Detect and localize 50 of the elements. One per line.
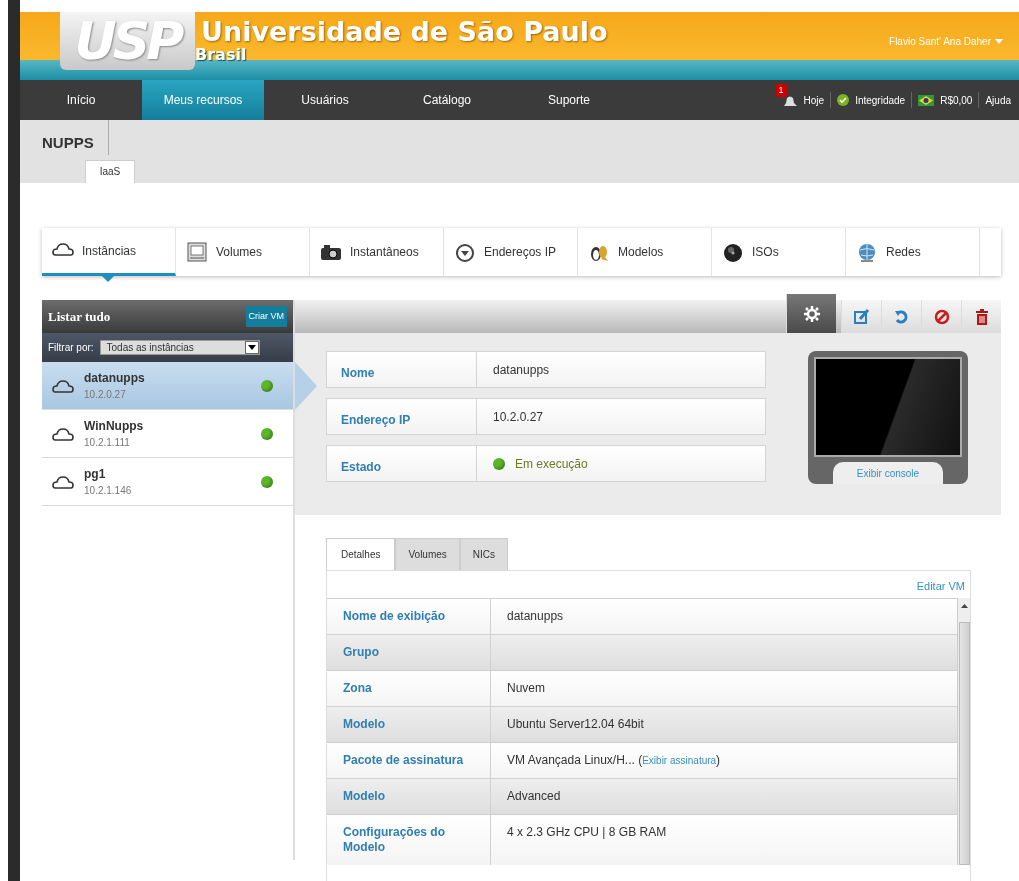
field-value: Advanced [506, 788, 562, 805]
site-title: Universidade de São Paulo [201, 18, 608, 45]
logo: USP [60, 12, 195, 70]
field-value: 10.2.0.27 [493, 408, 544, 426]
detail-tab[interactable]: Volumes [395, 538, 460, 570]
instance-name: pg1 [84, 466, 107, 483]
subscription-link[interactable]: Exibir assinatura [642, 755, 717, 766]
nav-tab[interactable]: Início [20, 80, 142, 120]
instance-item[interactable]: WinNupps 10.2.1.111 [42, 410, 293, 458]
field-value: Em execução [515, 455, 588, 473]
instance-name: datanupps [84, 370, 145, 387]
edit-vm-link[interactable]: Editar VM [916, 580, 965, 592]
section-tab[interactable]: Volumes [176, 228, 310, 276]
project-tab[interactable]: IaaS [85, 160, 135, 183]
detail-tab[interactable]: NICs [459, 538, 509, 570]
instance-ip: 10.2.1.146 [84, 484, 132, 498]
field-label: Endereço IP [327, 399, 477, 434]
project-name: NUPPS [42, 120, 109, 155]
create-vm-button[interactable]: Criar VM [245, 305, 287, 328]
today-link[interactable]: Hoje [803, 92, 825, 108]
field-value: Nuvem [506, 680, 546, 697]
section-tab[interactable]: Modelos [578, 228, 712, 276]
field-label: Nome [327, 352, 477, 387]
list-title: Listar tudo [48, 308, 111, 325]
instance-name: WinNupps [84, 418, 144, 435]
filter-dropdown[interactable]: Todas as instâncias [99, 340, 260, 355]
section-tab[interactable]: Redes [846, 228, 980, 276]
section-tab[interactable]: ISOs [712, 228, 846, 276]
field-value: datanupps [506, 608, 565, 625]
balance-link[interactable]: R$0,00 [940, 92, 973, 108]
help-link[interactable]: Ajuda [985, 92, 1011, 108]
field-label: Estado [327, 446, 477, 481]
instance-ip: 10.2.1.111 [84, 436, 131, 450]
site-subtitle: Brasil [195, 47, 248, 63]
instance-item[interactable]: pg1 10.2.1.146 [42, 458, 293, 506]
nav-tab[interactable]: Usuários [264, 80, 386, 120]
filter-label: Filtrar por: [48, 341, 94, 355]
nav-tab[interactable]: Suporte [508, 80, 630, 120]
integrity-link[interactable]: Integridade [855, 92, 906, 108]
detail-tab[interactable]: Detalhes [326, 538, 396, 570]
field-value: VM Avançada Linux/H... (Exibir assinatura) [506, 752, 722, 769]
section-tab[interactable]: Endereços IP [444, 228, 578, 276]
nav-tab[interactable]: Catálogo [386, 80, 508, 120]
field-label: Configurações do Modelo [327, 815, 491, 865]
field-value: 4 x 2.3 GHz CPU | 8 GB RAM [506, 824, 668, 841]
section-tab[interactable]: Instantâneos [310, 228, 444, 276]
notification-count: 1 [775, 84, 787, 98]
field-value: datanupps [493, 361, 550, 379]
instance-ip: 10.2.0.27 [84, 388, 127, 402]
field-value: Ubuntu Server12.04 64bit [506, 716, 645, 733]
